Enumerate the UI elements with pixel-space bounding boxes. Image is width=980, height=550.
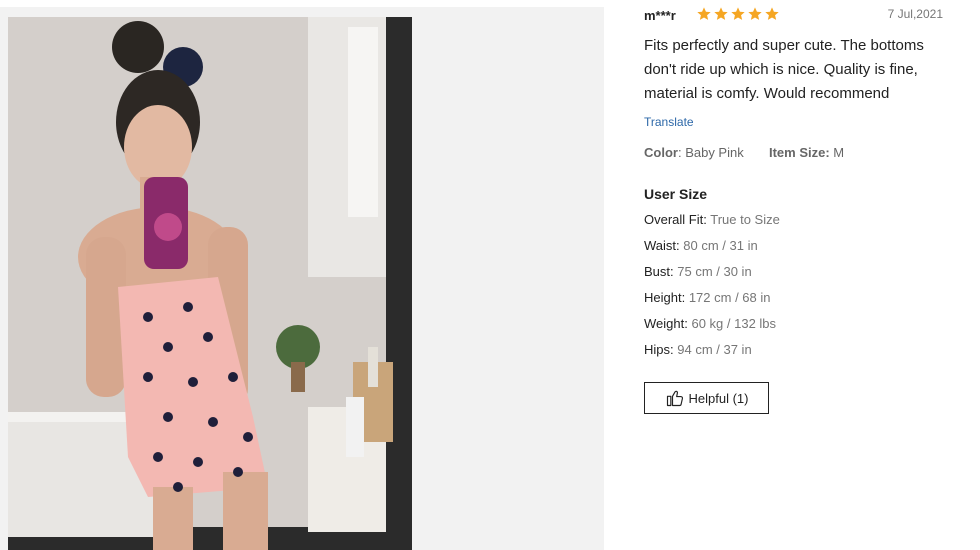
review-photo[interactable] bbox=[8, 17, 412, 550]
star-icon bbox=[731, 7, 745, 20]
size-value: 172 cm / 68 in bbox=[688, 290, 771, 305]
size-row-weight: Weight: 60 kg / 132 lbs bbox=[644, 316, 776, 331]
item-size-label: Item Size: bbox=[768, 145, 830, 160]
review-header: m***r 7 Jul,2021 bbox=[644, 0, 944, 30]
thumbs-up-icon bbox=[666, 390, 683, 407]
star-icon bbox=[697, 7, 711, 20]
size-value: True to Size bbox=[710, 212, 780, 227]
helpful-button[interactable]: Helpful (1) bbox=[644, 382, 769, 414]
star-icon bbox=[714, 7, 728, 20]
review-date: 7 Jul,2021 bbox=[887, 7, 943, 21]
review-photo-panel bbox=[0, 7, 604, 550]
star-rating bbox=[696, 6, 780, 22]
size-row-overall-fit: Overall Fit: True to Size bbox=[644, 212, 780, 227]
user-size-title: User Size bbox=[644, 186, 708, 202]
size-label: Hips: bbox=[644, 342, 674, 357]
size-value: 94 cm / 37 in bbox=[677, 342, 752, 357]
size-row-height: Height: 172 cm / 68 in bbox=[644, 290, 770, 305]
size-row-waist: Waist: 80 cm / 31 in bbox=[644, 238, 758, 253]
reviewer-name: m***r bbox=[644, 8, 676, 23]
translate-link[interactable]: Translate bbox=[644, 115, 694, 129]
color-value: Baby Pink bbox=[685, 145, 744, 160]
size-value: 75 cm / 30 in bbox=[677, 264, 752, 279]
size-label: Bust: bbox=[644, 264, 674, 279]
review-attributes: Color: Baby Pink Item Size: M bbox=[644, 145, 844, 160]
review-text: Fits perfectly and super cute. The botto… bbox=[644, 37, 924, 102]
size-value: 80 cm / 31 in bbox=[683, 238, 758, 253]
star-icon bbox=[765, 7, 779, 20]
item-size-value: M bbox=[833, 145, 845, 160]
star-icon bbox=[748, 7, 762, 20]
size-row-bust: Bust: 75 cm / 30 in bbox=[644, 264, 752, 279]
helpful-label: Helpful (1) bbox=[688, 390, 749, 406]
review-card: m***r 7 Jul,2021 Fits perfectly and supe… bbox=[0, 0, 980, 550]
size-label: Weight: bbox=[644, 316, 688, 331]
size-label: Waist: bbox=[644, 238, 680, 253]
size-row-hips: Hips: 94 cm / 37 in bbox=[644, 342, 752, 357]
color-label: Color bbox=[644, 145, 678, 160]
review-details: m***r 7 Jul,2021 Fits perfectly and supe… bbox=[644, 0, 944, 414]
size-value: 60 kg / 132 lbs bbox=[691, 316, 777, 331]
size-label: Height: bbox=[644, 290, 686, 305]
size-label: Overall Fit: bbox=[644, 212, 707, 227]
review-photo-illustration bbox=[8, 17, 412, 550]
